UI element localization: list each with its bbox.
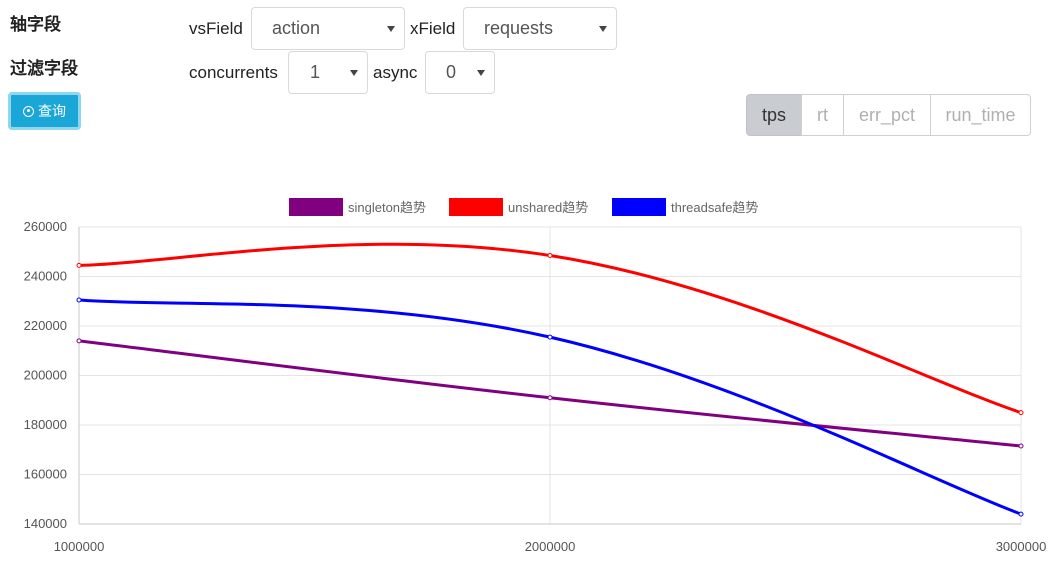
data-point	[1018, 511, 1024, 517]
data-point	[547, 252, 553, 258]
legend-swatch	[289, 198, 343, 216]
y-tick-label: 140000	[24, 516, 67, 531]
y-tick-label: 180000	[24, 417, 67, 432]
legend-label: unshared趋势	[508, 200, 588, 215]
data-point	[1018, 410, 1024, 416]
x-tick-label: 2000000	[525, 539, 576, 554]
legend-label: singleton趋势	[348, 200, 426, 215]
data-point	[76, 338, 82, 344]
data-point	[76, 262, 82, 268]
data-point	[547, 334, 553, 340]
data-point	[76, 297, 82, 303]
legend-label: threadsafe趋势	[671, 200, 758, 215]
y-tick-label: 200000	[24, 368, 67, 383]
legend-swatch	[612, 198, 666, 216]
x-tick-label: 3000000	[996, 539, 1047, 554]
data-point	[547, 395, 553, 401]
legend-swatch	[449, 198, 503, 216]
y-tick-label: 220000	[24, 318, 67, 333]
y-tick-label: 160000	[24, 467, 67, 482]
y-tick-label: 240000	[24, 269, 67, 284]
data-point	[1018, 443, 1024, 449]
tps-line-chart: 140000 160000 180000 200000 220000 240000 2600…	[24, 198, 1047, 554]
y-tick-label: 260000	[24, 219, 67, 234]
x-tick-label: 1000000	[54, 539, 105, 554]
